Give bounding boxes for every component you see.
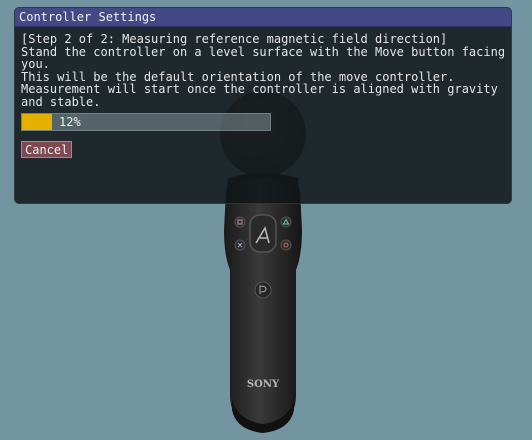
move-button <box>249 214 277 253</box>
progress-label: 12% <box>59 115 81 129</box>
square-button-icon <box>234 216 246 228</box>
progress-bar: 12% <box>21 113 271 131</box>
instruction-line-5: and stable. <box>21 94 101 109</box>
step-heading: [Step 2 of 2: Measuring reference magnet… <box>21 32 448 46</box>
controller-settings-window: Controller Settings [Step 2 of 2: Measur… <box>14 7 512 204</box>
instruction-line-4: Measurement will start once the controll… <box>21 82 498 96</box>
instruction-line-1: Stand the controller on a level surface … <box>21 44 506 59</box>
window-title[interactable]: Controller Settings <box>15 8 511 27</box>
progress-fill <box>22 114 52 130</box>
cancel-button[interactable]: Cancel <box>21 141 73 158</box>
sony-logo: SONY <box>247 379 280 390</box>
ps-button <box>254 281 272 299</box>
window-content: [Step 2 of 2: Measuring reference magnet… <box>15 27 511 158</box>
circle-button-icon <box>280 239 292 251</box>
instruction-line-2: you. <box>21 57 50 71</box>
